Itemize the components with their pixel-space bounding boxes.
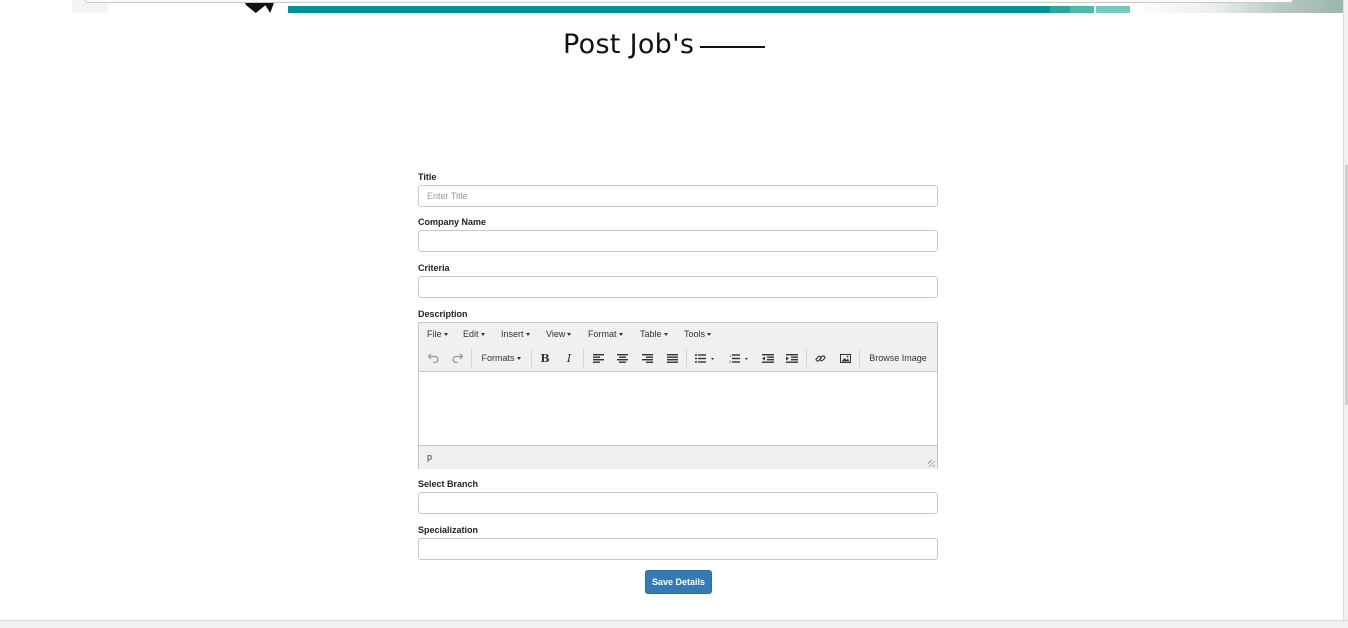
menu-tools[interactable]: Tools — [684, 329, 712, 339]
page-title: Post Job's — [563, 29, 766, 69]
svg-text:1: 1 — [729, 354, 731, 358]
menu-insert[interactable]: Insert — [501, 329, 530, 339]
align-justify-icon[interactable] — [664, 350, 680, 366]
company-name-field-wrapper — [418, 230, 938, 252]
specialization-input[interactable] — [419, 539, 935, 559]
menu-format-label: Format — [588, 329, 617, 339]
select-branch-field-wrapper — [418, 492, 938, 514]
criteria-label: Criteria — [418, 263, 450, 273]
editor-statusbar: p — [419, 445, 937, 469]
caret-down-icon — [480, 333, 485, 337]
editor-content-area[interactable] — [419, 372, 937, 445]
description-label: Description — [418, 309, 468, 319]
caret-down-icon — [618, 333, 623, 337]
editor-toolbar: Formats B I 1 2 Browse Image — [419, 345, 937, 372]
specialization-field-wrapper — [418, 538, 938, 560]
image-icon[interactable] — [837, 350, 853, 366]
indent-icon[interactable] — [784, 350, 800, 366]
svg-text:2: 2 — [729, 360, 731, 363]
browse-image-label: Browse Image — [869, 353, 927, 363]
numbered-list-icon[interactable]: 12 — [725, 350, 753, 366]
caret-down-icon — [663, 333, 668, 337]
menu-format[interactable]: Format — [588, 329, 623, 339]
header-banner — [0, 0, 1343, 13]
vertical-scrollbar[interactable] — [1343, 0, 1348, 620]
caret-down-icon — [443, 333, 448, 337]
align-right-icon[interactable] — [639, 350, 655, 366]
select-branch-label: Select Branch — [418, 479, 479, 489]
menu-insert-label: Insert — [501, 329, 524, 339]
bullet-list-icon[interactable] — [691, 350, 719, 366]
title-underline-dash — [700, 45, 766, 48]
menu-file[interactable]: File — [427, 329, 448, 339]
menu-view[interactable]: View — [546, 329, 572, 339]
description-rich-text-editor: File Edit Insert View Format Table Tools… — [418, 322, 938, 469]
undo-icon[interactable] — [425, 350, 441, 366]
align-center-icon[interactable] — [614, 350, 630, 366]
menu-edit-label: Edit — [463, 329, 479, 339]
title-field-wrapper — [418, 185, 938, 207]
resize-handle-icon[interactable] — [928, 460, 935, 467]
italic-icon[interactable]: I — [561, 350, 577, 366]
page-title-text: Post Job's — [563, 29, 695, 60]
align-left-icon[interactable] — [590, 350, 606, 366]
title-input[interactable] — [419, 186, 935, 206]
menu-table[interactable]: Table — [640, 329, 668, 339]
browser-bar-edge — [85, 0, 1293, 3]
formats-dropdown[interactable]: Formats — [477, 350, 525, 366]
caret-down-icon — [707, 333, 712, 337]
caret-down-icon — [516, 356, 521, 360]
menu-table-label: Table — [640, 329, 662, 339]
caret-down-icon — [525, 333, 530, 337]
specialization-label: Specialization — [418, 525, 479, 535]
criteria-input[interactable] — [419, 277, 935, 297]
element-path[interactable]: p — [427, 452, 432, 462]
browse-image-button[interactable]: Browse Image — [865, 350, 931, 366]
menu-edit[interactable]: Edit — [463, 329, 485, 339]
menu-file-label: File — [427, 329, 442, 339]
save-details-button[interactable]: Save Details — [645, 570, 712, 594]
caret-down-icon — [567, 333, 572, 337]
menu-view-label: View — [546, 329, 566, 339]
editor-menubar: File Edit Insert View Format Table Tools — [419, 323, 937, 345]
company-name-label: Company Name — [418, 217, 487, 227]
bold-icon[interactable]: B — [537, 350, 553, 366]
page: Post Job's Title Company Name Criteria D… — [0, 0, 1343, 620]
redo-icon[interactable] — [449, 350, 465, 366]
menu-tools-label: Tools — [684, 329, 706, 339]
select-branch-input[interactable] — [419, 493, 935, 513]
company-name-input[interactable] — [419, 231, 935, 251]
formats-label: Formats — [481, 353, 515, 363]
title-label: Title — [418, 172, 437, 182]
criteria-field-wrapper — [418, 276, 938, 298]
link-icon[interactable] — [812, 350, 828, 366]
outdent-icon[interactable] — [760, 350, 776, 366]
